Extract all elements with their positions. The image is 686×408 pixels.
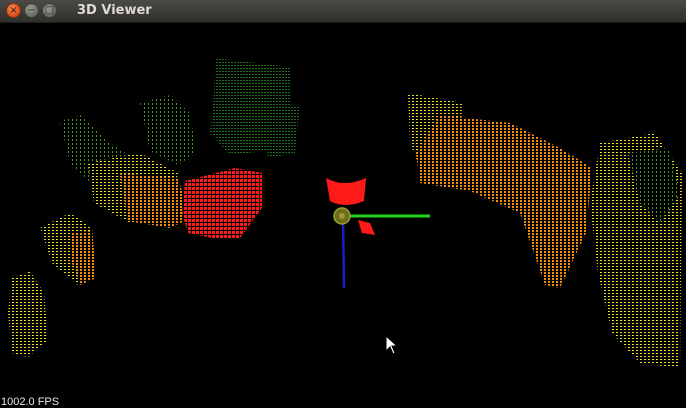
title-bar[interactable]: × − □ 3D Viewer xyxy=(0,0,686,23)
close-icon: × xyxy=(9,4,18,16)
point-cloud-canvas[interactable] xyxy=(0,23,686,408)
minimize-button[interactable]: − xyxy=(24,3,39,18)
maximize-button[interactable]: □ xyxy=(42,3,57,18)
pointcloud-red-piece xyxy=(358,220,375,235)
mouse-cursor-icon xyxy=(385,335,399,355)
window-title: 3D Viewer xyxy=(77,3,152,18)
minimize-icon: − xyxy=(27,4,36,16)
pointcloud-left-green-back xyxy=(140,95,196,165)
pointcloud-left-edge xyxy=(8,271,48,357)
close-button[interactable]: × xyxy=(6,3,21,18)
origin-marker-center xyxy=(339,213,345,219)
pointcloud-red-object xyxy=(182,168,262,238)
pointcloud-red-cup xyxy=(326,178,366,205)
fps-counter: 1002.0 FPS xyxy=(1,396,60,408)
pointcloud-green-side xyxy=(262,105,300,158)
3d-viewport[interactable]: 1002.0 FPS xyxy=(0,23,686,408)
maximize-icon: □ xyxy=(44,4,55,16)
y-axis-line xyxy=(341,215,346,289)
viewer-window: × − □ 3D Viewer 1002.0 FPS xyxy=(0,0,686,408)
pointcloud-right-orange xyxy=(416,115,592,288)
pointcloud-left-mid-orange xyxy=(120,173,190,228)
